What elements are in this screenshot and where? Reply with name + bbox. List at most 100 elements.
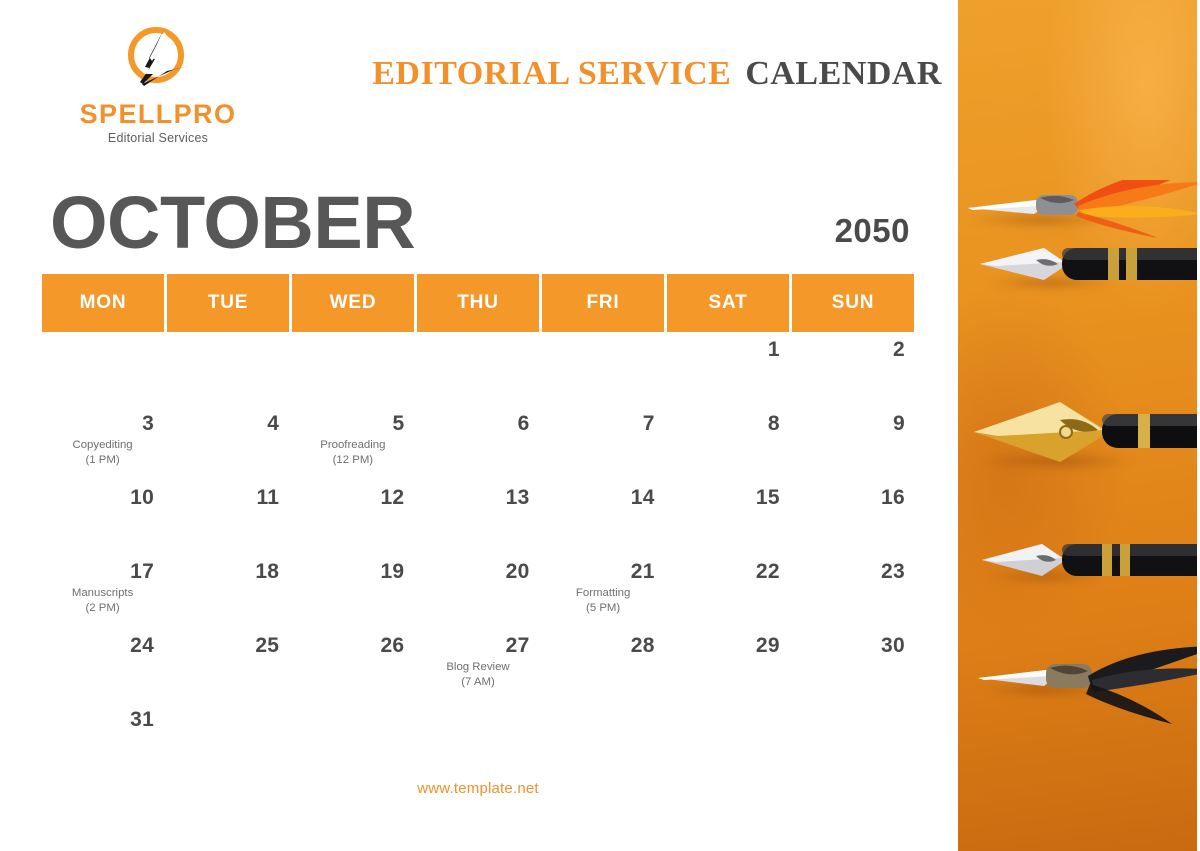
day-cell-11[interactable]: 11 xyxy=(167,483,289,553)
calendar-week-row: 17 Manuscripts (2 PM) 18 19 20 21 Formatting (5 … xyxy=(42,557,914,627)
day-cell-25[interactable]: 25 xyxy=(167,631,289,701)
day-cell-30[interactable]: 30 xyxy=(792,631,914,701)
day-cell-12[interactable]: 12 xyxy=(292,483,414,553)
day-cell-empty[interactable] xyxy=(42,335,164,405)
day-cell-empty[interactable] xyxy=(792,705,914,775)
day-number: 7 xyxy=(642,412,655,435)
day-number: 15 xyxy=(755,486,780,509)
day-cell-3[interactable]: 3 Copyediting (1 PM) xyxy=(42,409,164,479)
day-cell-22[interactable]: 22 xyxy=(667,557,789,627)
page-title-main: CALENDAR xyxy=(745,55,942,92)
day-cell-empty[interactable] xyxy=(542,705,664,775)
page-footer: www.template.net xyxy=(42,780,914,798)
day-cell-19[interactable]: 19 xyxy=(292,557,414,627)
day-cell-10[interactable]: 10 xyxy=(42,483,164,553)
day-cell-empty[interactable] xyxy=(417,335,539,405)
calendar-grid: MON TUE WED THU FRI SAT SUN 1 2 3 Copyediting (1 P… xyxy=(42,274,914,779)
day-event: Formatting (5 PM) xyxy=(547,586,660,615)
quill-pen-circle-logo-icon xyxy=(119,22,197,96)
day-cell-1[interactable]: 1 xyxy=(667,335,789,405)
day-cell-empty[interactable] xyxy=(542,335,664,405)
day-cell-29[interactable]: 29 xyxy=(667,631,789,701)
weekday-header-tue: TUE xyxy=(167,274,289,332)
event-title: Manuscripts xyxy=(71,587,134,599)
day-cell-20[interactable]: 20 xyxy=(417,557,539,627)
day-number: 27 xyxy=(505,634,530,657)
calendar-week-row: 3 Copyediting (1 PM) 4 5 Proofreading (12 PM) 6… xyxy=(42,409,914,479)
day-number: 10 xyxy=(130,486,155,509)
day-number: 21 xyxy=(630,560,655,583)
event-time: (7 AM) xyxy=(461,675,495,688)
day-event: Blog Review (7 AM) xyxy=(421,660,534,689)
day-cell-21[interactable]: 21 Formatting (5 PM) xyxy=(542,557,664,627)
day-number: 5 xyxy=(392,412,405,435)
calendar-page: SPELLPRO Editorial Services EDITORIAL SE… xyxy=(0,0,1200,851)
event-title: Formatting xyxy=(575,587,631,599)
month-year-row: OCTOBER 2050 xyxy=(42,176,914,264)
day-cell-4[interactable]: 4 xyxy=(167,409,289,479)
day-cell-empty[interactable] xyxy=(167,335,289,405)
day-cell-8[interactable]: 8 xyxy=(667,409,789,479)
day-number: 8 xyxy=(767,412,780,435)
event-title: Blog Review xyxy=(446,661,510,673)
event-time: (2 PM) xyxy=(85,601,120,614)
day-cell-5[interactable]: 5 Proofreading (12 PM) xyxy=(292,409,414,479)
day-number: 26 xyxy=(380,634,405,657)
brand-name: SPELLPRO xyxy=(79,99,237,129)
day-cell-31[interactable]: 31 xyxy=(42,705,164,775)
day-cell-24[interactable]: 24 xyxy=(42,631,164,701)
day-cell-28[interactable]: 28 xyxy=(542,631,664,701)
day-cell-empty[interactable] xyxy=(292,705,414,775)
brand-tagline: Editorial Services xyxy=(107,131,209,146)
day-cell-16[interactable]: 16 xyxy=(792,483,914,553)
page-title: EDITORIAL SERVICE CALENDAR xyxy=(372,55,942,93)
day-cell-13[interactable]: 13 xyxy=(417,483,539,553)
calendar-week-row: 24 25 26 27 Blog Review (7 AM) 28 29 30 xyxy=(42,631,914,701)
calendar-week-row: 31 xyxy=(42,705,914,775)
day-cell-23[interactable]: 23 xyxy=(792,557,914,627)
weekday-header-row: MON TUE WED THU FRI SAT SUN xyxy=(42,274,914,332)
day-cell-empty[interactable] xyxy=(417,705,539,775)
day-cell-27[interactable]: 27 Blog Review (7 AM) xyxy=(417,631,539,701)
page-header: SPELLPRO Editorial Services EDITORIAL SE… xyxy=(0,0,958,160)
day-cell-empty[interactable] xyxy=(292,335,414,405)
month-label: OCTOBER xyxy=(50,180,416,264)
day-cell-2[interactable]: 2 xyxy=(792,335,914,405)
calendar-weeks: 1 2 3 Copyediting (1 PM) 4 5 Proofreading (12 PM… xyxy=(42,335,914,775)
day-cell-7[interactable]: 7 xyxy=(542,409,664,479)
day-number: 13 xyxy=(505,486,530,509)
day-number: 31 xyxy=(130,708,155,731)
day-number: 22 xyxy=(755,560,780,583)
day-cell-26[interactable]: 26 xyxy=(292,631,414,701)
day-number: 14 xyxy=(630,486,655,509)
day-event: Manuscripts (2 PM) xyxy=(46,586,159,615)
day-number: 12 xyxy=(380,486,405,509)
day-cell-17[interactable]: 17 Manuscripts (2 PM) xyxy=(42,557,164,627)
day-event: Copyediting (1 PM) xyxy=(46,438,159,467)
day-cell-14[interactable]: 14 xyxy=(542,483,664,553)
decorative-photo-panel xyxy=(958,0,1200,851)
event-title: Copyediting xyxy=(72,439,133,451)
day-number: 1 xyxy=(767,338,780,361)
day-cell-empty[interactable] xyxy=(167,705,289,775)
day-number: 9 xyxy=(893,412,905,435)
website-url[interactable]: www.template.net xyxy=(417,780,539,797)
day-number: 11 xyxy=(256,486,280,509)
weekday-header-thu: THU xyxy=(417,274,539,332)
gold-fountain-pen xyxy=(970,392,1200,470)
weekday-header-sat: SAT xyxy=(667,274,789,332)
day-number: 28 xyxy=(630,634,655,657)
day-cell-15[interactable]: 15 xyxy=(667,483,789,553)
day-number: 18 xyxy=(255,560,280,583)
event-title: Proofreading xyxy=(320,439,386,451)
day-number: 23 xyxy=(881,560,905,583)
fountain-pen xyxy=(976,238,1200,290)
day-cell-6[interactable]: 6 xyxy=(417,409,539,479)
fountain-pen xyxy=(978,536,1200,584)
day-number: 6 xyxy=(517,412,530,435)
day-cell-18[interactable]: 18 xyxy=(167,557,289,627)
day-event: Proofreading (12 PM) xyxy=(296,438,409,467)
page-title-accent: EDITORIAL SERVICE xyxy=(372,55,732,92)
day-cell-empty[interactable] xyxy=(667,705,789,775)
day-cell-9[interactable]: 9 xyxy=(792,409,914,479)
